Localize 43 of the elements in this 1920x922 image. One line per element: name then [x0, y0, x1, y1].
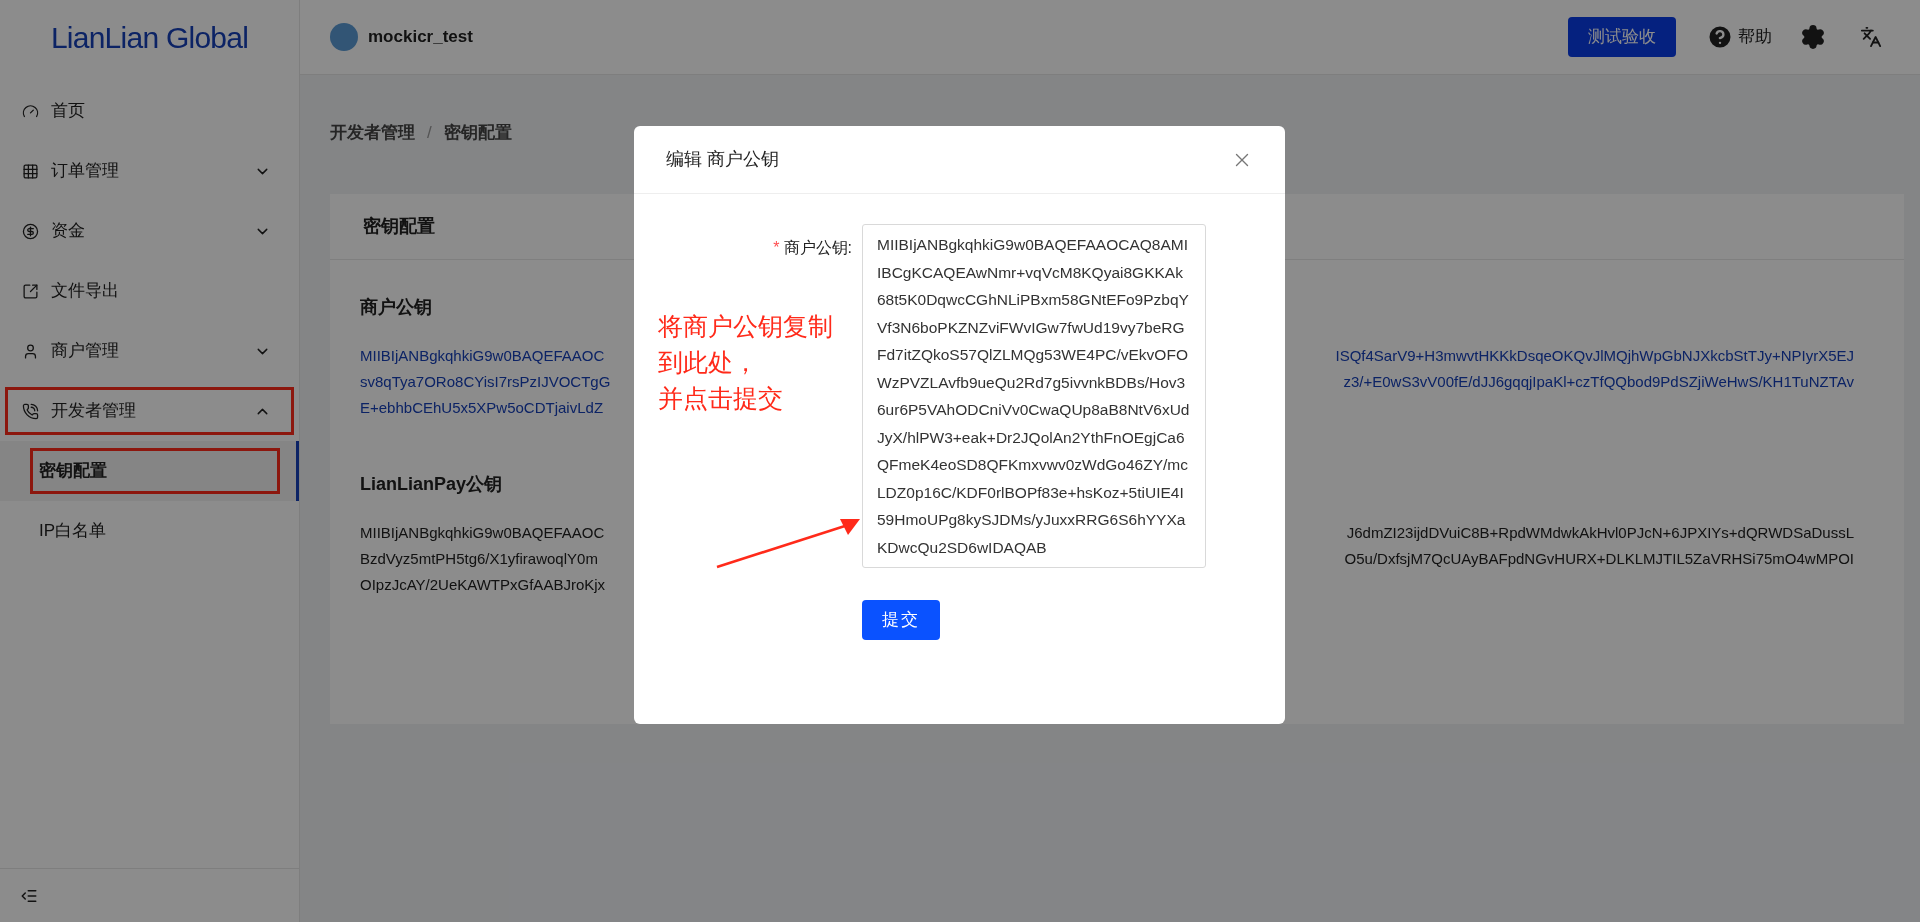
menu-item[interactable]: 商户管理 [5, 327, 294, 375]
menu-item[interactable]: 首页 [5, 87, 294, 135]
menu-item[interactable]: 资金 [5, 207, 294, 255]
submenu-item[interactable]: 密钥配置 [30, 448, 280, 494]
key-text: BzdVyz5mtPH5tg6/X1yfirawoqlY0m [360, 548, 598, 569]
required-mark: * [773, 238, 780, 258]
menu-item[interactable]: 订单管理 [5, 147, 294, 195]
help-link[interactable]: 帮助 [1738, 24, 1772, 50]
phone-icon [22, 402, 39, 420]
breadcrumb-item[interactable]: 开发者管理 [330, 120, 415, 146]
key-text: J6dmZI23ijdDVuiC8B+RpdWMdwkAkHvl0PJcN+6JPXIYs+dQRWDSaDussL [1346, 522, 1854, 543]
submit-button[interactable]: 提交 [862, 600, 940, 640]
export-icon [22, 282, 39, 300]
key-text: MIIBIjANBgkqhkiG9w0BAQEFAAOC [360, 522, 605, 543]
key-text: O5u/DxfsjM7QcUAyBAFpdNGvHURX+DLKLMJTIL5ZaVRHSi75mO4wMPOI [1344, 548, 1854, 569]
card-title: 密钥配置 [363, 214, 435, 238]
dollar-icon [22, 222, 39, 240]
language-icon[interactable] [1860, 26, 1882, 48]
menu-item[interactable]: 开发者管理 [5, 387, 294, 435]
grid-icon [22, 162, 39, 180]
key-text: ISQf4SarV9+H3mwvtHKKkDsqeOKQvJlMQjhWpGbNJXkcbStTJy+NPIyrX5EJ [1335, 345, 1854, 366]
gauge-icon [22, 102, 39, 120]
user-icon [22, 342, 39, 360]
key-text: OIpzJcAY/2UeKAWTPxGfAABJroKjx [360, 574, 606, 595]
field-label: 商户公钥: [783, 238, 852, 258]
key-text: E+ebhbCEhU5x5XPw5oCDTjaivLdZ [360, 397, 604, 418]
annotation-note: 将商户公钥复制 到此处， 并点击提交 [657, 311, 834, 414]
public-key-input-field[interactable]: MIIBIjANBgkqhkiG9w0BAQEFAAOCAQ8AMIIBCgKCAQEAwNmr+vqVcM8KQyai8GKKAk68t5K0DqwcCGhNLiPBxm58GNtEFo9PzbqYVf3N6boPKZNZviFWvIGw7fwUd19vy7beRGFd7itZQkoS57QlZLMQg53WE4PC/vEkvOFOWzPVZLAvfb9ueQu2Rd7g5ivvnkBDBs/Hov36ur6P5VAhODCniVv0CwaQUp8aB8NtV6xUdJyX/hlPW3+eak+Dr2JQolAn2YthFnOEgjCa6QFmeK4eoSD8QFKmxvwv0zWdGo46ZY/mcLDZ0p16C/KDF0rlBOPf83e+hsKoz+5tiUIE4I59HmoUPg8kySJDMs/yJuxxRRG6S6hYYXaKDwcQu2SD6wIDAQAB [862, 224, 1206, 568]
brand-logo[interactable]: LianLian Global [50, 15, 249, 60]
breadcrumb-item: 密钥配置 [443, 122, 512, 144]
account-name: mockicr_test [368, 26, 473, 49]
settings-icon[interactable] [1800, 24, 1826, 50]
breadcrumb-separator: / [427, 122, 432, 144]
menu-item[interactable]: 文件导出 [5, 267, 294, 315]
key-text: sv8qTya7ORo8CYisI7rsPzIJVOCTgG [360, 371, 611, 392]
section-title: LianLianPay公钥 [360, 472, 503, 496]
test-acceptance-button[interactable]: 测试验收 [1568, 17, 1676, 57]
dialog-title: 编辑 商户公钥 [666, 148, 779, 171]
key-text: MIIBIjANBgkqhkiG9w0BAQEFAAOC [360, 345, 605, 366]
key-text: z3/+E0wS3vV00fE/dJJ6gqqjIpaKl+czTfQQbod9PdSZjiWeHwS/KH1TuNZTAv [1343, 371, 1854, 392]
section-title: 商户公钥 [360, 295, 432, 319]
help-icon[interactable] [1706, 23, 1734, 51]
submenu-item[interactable]: IP白名单 [30, 508, 280, 554]
